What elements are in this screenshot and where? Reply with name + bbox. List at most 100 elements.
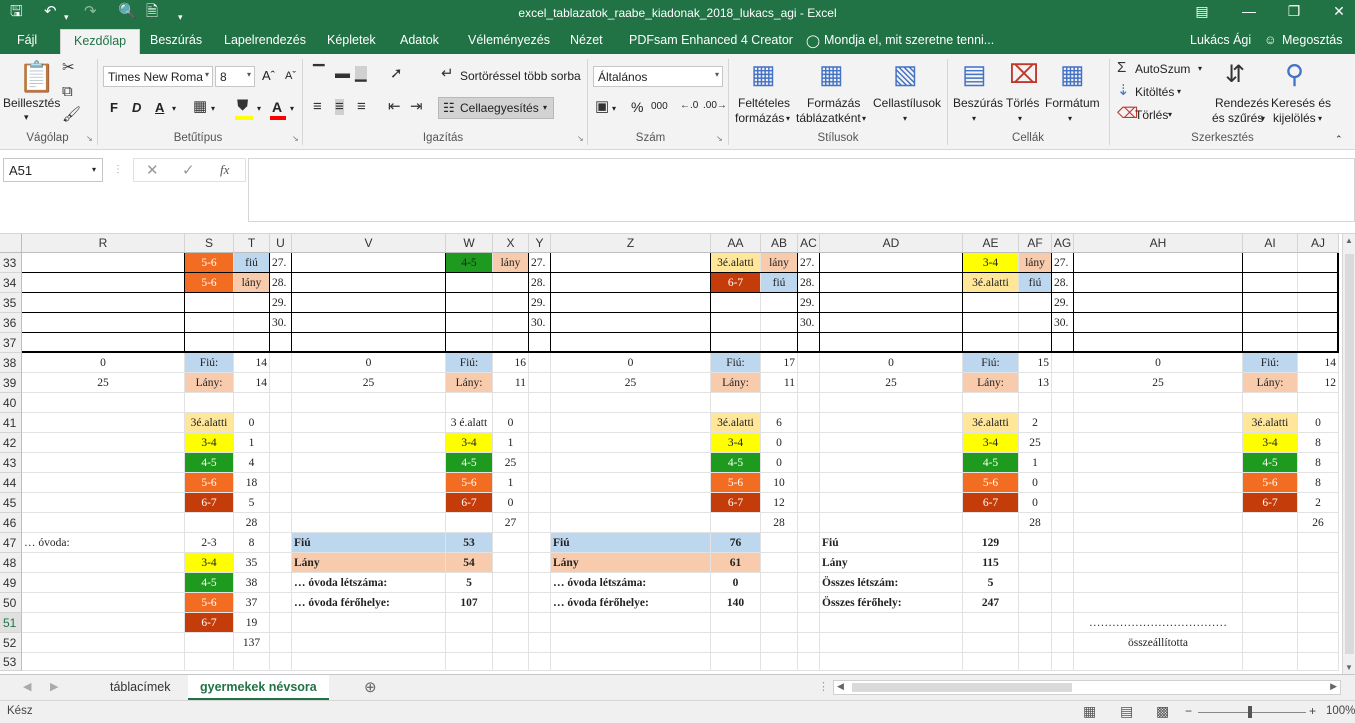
row-header-41[interactable]: 41 bbox=[0, 413, 22, 433]
row-header-48[interactable]: 48 bbox=[0, 553, 22, 573]
insert-function-icon[interactable]: fx bbox=[220, 162, 229, 178]
row-header-46[interactable]: 46 bbox=[0, 513, 22, 533]
autosum-button[interactable]: AutoSzum bbox=[1135, 62, 1190, 76]
cell-ah34[interactable] bbox=[1074, 273, 1243, 293]
cell-ae36[interactable] bbox=[963, 313, 1019, 333]
accounting-dropdown-icon[interactable]: ▾ bbox=[612, 104, 616, 113]
cell-z34[interactable] bbox=[551, 273, 711, 293]
cell-z37[interactable] bbox=[551, 333, 711, 353]
column-header-ab[interactable]: AB bbox=[761, 234, 798, 253]
cell-x43[interactable]: 25 bbox=[493, 453, 529, 473]
cell-ai48[interactable] bbox=[1243, 553, 1298, 573]
cell-ab38[interactable]: 17 bbox=[761, 353, 798, 373]
font-color-dropdown-icon[interactable]: ▾ bbox=[290, 104, 294, 113]
cell-aj48[interactable] bbox=[1298, 553, 1339, 573]
cell-ai37[interactable] bbox=[1243, 333, 1298, 353]
cell-ab49[interactable] bbox=[761, 573, 798, 593]
tell-me-search[interactable]: Mondja el, mit szeretne tenni... bbox=[824, 33, 994, 47]
cell-ai51[interactable] bbox=[1243, 613, 1298, 633]
cell-ah48[interactable] bbox=[1074, 553, 1243, 573]
new-sheet-icon[interactable]: ⊕ bbox=[364, 678, 377, 696]
scroll-up-icon[interactable]: ▲ bbox=[1345, 236, 1353, 245]
cell-af44[interactable]: 0 bbox=[1019, 473, 1052, 493]
cell-r37[interactable] bbox=[22, 333, 185, 353]
cell-ah45[interactable] bbox=[1074, 493, 1243, 513]
cell-aa33[interactable]: 3é.alatti bbox=[711, 253, 761, 273]
cell-v49[interactable]: … óvoda létszáma: bbox=[292, 573, 446, 593]
cell-ai36[interactable] bbox=[1243, 313, 1298, 333]
cell-ab46[interactable]: 28 bbox=[761, 513, 798, 533]
scroll-left-icon[interactable]: ◀ bbox=[837, 681, 844, 692]
cell-t50[interactable]: 37 bbox=[234, 593, 270, 613]
cell-ad33[interactable] bbox=[820, 253, 963, 273]
cell-af35[interactable] bbox=[1019, 293, 1052, 313]
cell-y52[interactable] bbox=[529, 633, 551, 653]
cell-u40[interactable] bbox=[270, 393, 292, 413]
cell-aj34[interactable] bbox=[1298, 273, 1339, 293]
cell-ab48[interactable] bbox=[761, 553, 798, 573]
cell-r53[interactable] bbox=[22, 653, 185, 671]
cell-s38[interactable]: Fiú: bbox=[185, 353, 234, 373]
cell-v36[interactable] bbox=[292, 313, 446, 333]
cell-u36[interactable]: 30. bbox=[270, 313, 292, 333]
row-header-42[interactable]: 42 bbox=[0, 433, 22, 453]
cell-x46[interactable]: 27 bbox=[493, 513, 529, 533]
cell-af36[interactable] bbox=[1019, 313, 1052, 333]
cell-ac42[interactable] bbox=[798, 433, 820, 453]
cell-s43[interactable]: 4-5 bbox=[185, 453, 234, 473]
cell-af47[interactable] bbox=[1019, 533, 1052, 553]
cell-w46[interactable] bbox=[446, 513, 493, 533]
cell-af38[interactable]: 15 bbox=[1019, 353, 1052, 373]
cell-y35[interactable]: 29. bbox=[529, 293, 551, 313]
row-header-49[interactable]: 49 bbox=[0, 573, 22, 593]
cell-t39[interactable]: 14 bbox=[234, 373, 270, 393]
cell-y53[interactable] bbox=[529, 653, 551, 671]
fill-icon[interactable]: ⇣ bbox=[1117, 83, 1130, 99]
cell-af37[interactable] bbox=[1019, 333, 1052, 353]
format-dropdown-icon[interactable]: ▾ bbox=[1068, 114, 1072, 123]
find-select-icon[interactable]: ⚲ bbox=[1285, 60, 1304, 88]
cell-ai47[interactable] bbox=[1243, 533, 1298, 553]
cell-ah36[interactable] bbox=[1074, 313, 1243, 333]
cell-w40[interactable] bbox=[446, 393, 493, 413]
cell-z40[interactable] bbox=[551, 393, 711, 413]
vertical-scroll-thumb[interactable] bbox=[1345, 254, 1354, 654]
copy-icon[interactable]: ⧉ bbox=[62, 84, 73, 100]
cell-y49[interactable] bbox=[529, 573, 551, 593]
cell-ab36[interactable] bbox=[761, 313, 798, 333]
cell-ag42[interactable] bbox=[1052, 433, 1074, 453]
cell-r42[interactable] bbox=[22, 433, 185, 453]
cell-ac38[interactable] bbox=[798, 353, 820, 373]
cell-aj51[interactable] bbox=[1298, 613, 1339, 633]
cell-af39[interactable]: 13 bbox=[1019, 373, 1052, 393]
row-header-34[interactable]: 34 bbox=[0, 273, 22, 293]
cell-x42[interactable]: 1 bbox=[493, 433, 529, 453]
cell-ae43[interactable]: 4-5 bbox=[963, 453, 1019, 473]
merge-dropdown-icon[interactable]: ▾ bbox=[543, 103, 547, 112]
normal-view-icon[interactable]: ▦ bbox=[1083, 703, 1096, 720]
cell-z51[interactable] bbox=[551, 613, 711, 633]
row-header-50[interactable]: 50 bbox=[0, 593, 22, 613]
tab-page-layout[interactable]: Lapelrendezés bbox=[224, 33, 306, 47]
cell-ac43[interactable] bbox=[798, 453, 820, 473]
delete-cells-icon[interactable]: ⌧ bbox=[1009, 60, 1039, 88]
cell-x33[interactable]: lány bbox=[493, 253, 529, 273]
font-color-icon[interactable]: A bbox=[272, 99, 282, 115]
cell-ah37[interactable] bbox=[1074, 333, 1243, 353]
cell-ah53[interactable] bbox=[1074, 653, 1243, 671]
name-box[interactable]: A51 ▾ bbox=[3, 158, 103, 182]
collapse-ribbon-icon[interactable]: ⌃ bbox=[1335, 134, 1343, 145]
row-header-53[interactable]: 53 bbox=[0, 653, 22, 671]
cell-aj43[interactable]: 8 bbox=[1298, 453, 1339, 473]
cell-r44[interactable] bbox=[22, 473, 185, 493]
select-all-corner[interactable] bbox=[0, 234, 22, 253]
cell-z47[interactable]: Fiú bbox=[551, 533, 711, 553]
cell-y38[interactable] bbox=[529, 353, 551, 373]
cell-ac36[interactable]: 30. bbox=[798, 313, 820, 333]
cell-t33[interactable]: fiú bbox=[234, 253, 270, 273]
cell-t45[interactable]: 5 bbox=[234, 493, 270, 513]
cell-w41[interactable]: 3 é.alatt bbox=[446, 413, 493, 433]
cell-x40[interactable] bbox=[493, 393, 529, 413]
wrap-text-icon[interactable]: ↵ bbox=[441, 66, 454, 82]
cell-aa46[interactable] bbox=[711, 513, 761, 533]
